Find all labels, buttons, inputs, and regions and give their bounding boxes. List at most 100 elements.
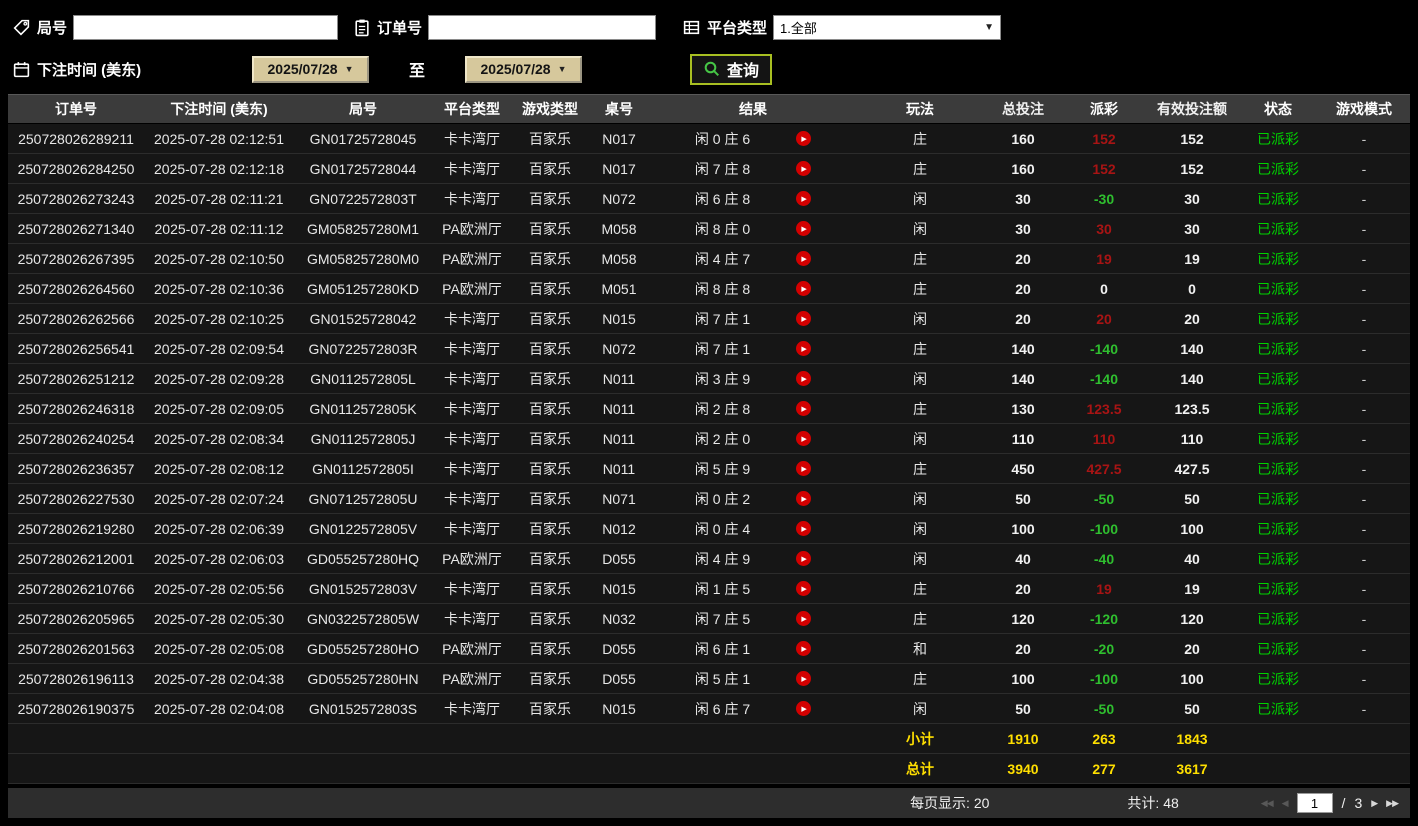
cell-game-no: GN01725728045 — [309, 130, 417, 147]
play-video-icon[interactable]: ▶ — [796, 161, 812, 176]
play-video-icon[interactable]: ▶ — [796, 251, 812, 266]
table-row[interactable]: 250728026267395 2025-07-28 02:10:50 GM05… — [8, 244, 1410, 274]
order-no-input[interactable] — [428, 14, 657, 40]
cell-bet-time: 2025-07-28 02:11:21 — [154, 190, 284, 207]
cell-total-bet: 450 — [1011, 460, 1035, 477]
cell-payout: 19 — [1096, 580, 1112, 597]
play-video-icon[interactable]: ▶ — [796, 581, 812, 596]
cell-result: 闲 2 庄 0 ▶ — [650, 424, 856, 453]
table-row[interactable]: 250728026210766 2025-07-28 02:05:56 GN01… — [8, 574, 1410, 604]
cell-table-no: N072 — [602, 340, 636, 357]
cell-platform: PA欧洲厅 — [442, 640, 502, 657]
page-number-input[interactable] — [1296, 793, 1333, 813]
cell-order-no: 250728026284250 — [17, 160, 135, 177]
play-video-icon[interactable]: ▶ — [796, 221, 812, 236]
cell-platform: 卡卡湾厅 — [444, 340, 500, 357]
cell-result: 闲 7 庄 8 ▶ — [650, 154, 856, 183]
table-row[interactable]: 250728026273243 2025-07-28 02:11:21 GN07… — [8, 184, 1410, 214]
grid-icon — [682, 18, 701, 37]
play-video-icon[interactable]: ▶ — [796, 671, 812, 686]
query-button[interactable]: 查询 — [690, 53, 773, 85]
play-video-icon[interactable]: ▶ — [796, 611, 812, 626]
table-row[interactable]: 250728026201563 2025-07-28 02:05:08 GD05… — [8, 634, 1410, 664]
chevron-down-icon: ▼ — [557, 64, 567, 74]
cell-game-no: GN0112572805L — [310, 370, 416, 387]
last-page-button[interactable]: ▶▶ — [1386, 798, 1399, 809]
cell-order-no: 250728026251212 — [17, 370, 135, 387]
result-text: 闲 2 庄 8 — [694, 400, 751, 417]
first-page-button[interactable]: ◀◀ — [1261, 798, 1274, 809]
date-from-picker[interactable]: 2025/07/28 ▼ — [252, 55, 369, 83]
table-row[interactable]: 250728026251212 2025-07-28 02:09:28 GN01… — [8, 364, 1410, 394]
cell-game-no: GD055257280HQ — [306, 550, 420, 567]
cell-order-no: 250728026267395 — [17, 250, 135, 267]
platform-type-select[interactable]: 1.全部 ▼ — [773, 14, 1002, 40]
play-video-icon[interactable]: ▶ — [796, 191, 812, 206]
cell-total-bet: 50 — [1015, 700, 1031, 717]
play-video-icon[interactable]: ▶ — [796, 701, 812, 716]
cell-total-bet: 160 — [1011, 130, 1035, 147]
table-row[interactable]: 250728026212001 2025-07-28 02:06:03 GD05… — [8, 544, 1410, 574]
cell-result: 闲 0 庄 6 ▶ — [650, 124, 856, 153]
table-row[interactable]: 250728026205965 2025-07-28 02:05:30 GN03… — [8, 604, 1410, 634]
table-row[interactable]: 250728026271340 2025-07-28 02:11:12 GM05… — [8, 214, 1410, 244]
result-text: 闲 7 庄 1 — [694, 310, 751, 327]
cell-platform: PA欧洲厅 — [442, 280, 502, 297]
order-no-group: 订单号 — [352, 14, 657, 40]
cell-table-no: D055 — [602, 640, 636, 657]
cell-game-mode: - — [1361, 130, 1367, 147]
play-video-icon[interactable]: ▶ — [796, 491, 812, 506]
play-video-icon[interactable]: ▶ — [796, 431, 812, 446]
table-row[interactable]: 250728026219280 2025-07-28 02:06:39 GN01… — [8, 514, 1410, 544]
platform-type-label: 平台类型 — [707, 19, 768, 37]
play-video-icon[interactable]: ▶ — [796, 371, 812, 386]
cell-order-no: 250728026212001 — [17, 550, 135, 567]
cell-game-type: 百家乐 — [529, 670, 571, 687]
cell-game-no: GM051257280KD — [306, 280, 420, 297]
date-to-picker[interactable]: 2025/07/28 ▼ — [465, 55, 583, 83]
play-video-icon[interactable]: ▶ — [796, 551, 812, 566]
prev-page-button[interactable]: ◀ — [1282, 798, 1289, 809]
play-video-icon[interactable]: ▶ — [796, 131, 812, 146]
table-row[interactable]: 250728026264560 2025-07-28 02:10:36 GM05… — [8, 274, 1410, 304]
game-no-input[interactable] — [73, 14, 339, 40]
table-row[interactable]: 250728026289211 2025-07-28 02:12:51 GN01… — [8, 124, 1410, 154]
cell-result: 闲 5 庄 1 ▶ — [650, 664, 856, 693]
play-video-icon[interactable]: ▶ — [796, 521, 812, 536]
bet-time-label: 下注时间 (美东) — [37, 61, 142, 79]
cell-game-type: 百家乐 — [529, 160, 571, 177]
play-video-icon[interactable]: ▶ — [796, 341, 812, 356]
cell-platform: 卡卡湾厅 — [444, 160, 500, 177]
cell-payout: 152 — [1092, 130, 1116, 147]
cell-status: 已派彩 — [1257, 160, 1299, 177]
cell-valid-bet: 152 — [1180, 130, 1204, 147]
cell-status: 已派彩 — [1257, 640, 1299, 657]
search-icon — [703, 60, 721, 78]
cell-game-type: 百家乐 — [529, 280, 571, 297]
play-video-icon[interactable]: ▶ — [796, 401, 812, 416]
play-video-icon[interactable]: ▶ — [796, 281, 812, 296]
cell-platform: 卡卡湾厅 — [444, 490, 500, 507]
table-row[interactable]: 250728026240254 2025-07-28 02:08:34 GN01… — [8, 424, 1410, 454]
table-row[interactable]: 250728026196113 2025-07-28 02:04:38 GD05… — [8, 664, 1410, 694]
cell-game-no: GN0722572803T — [309, 190, 417, 207]
table-row[interactable]: 250728026284250 2025-07-28 02:12:18 GN01… — [8, 154, 1410, 184]
table-row[interactable]: 250728026227530 2025-07-28 02:07:24 GN07… — [8, 484, 1410, 514]
cell-result: 闲 4 庄 9 ▶ — [650, 544, 856, 573]
play-video-icon[interactable]: ▶ — [796, 311, 812, 326]
table-row[interactable]: 250728026246318 2025-07-28 02:09:05 GN01… — [8, 394, 1410, 424]
cell-play-type: 庄 — [913, 340, 927, 357]
table-row[interactable]: 250728026236357 2025-07-28 02:08:12 GN01… — [8, 454, 1410, 484]
cell-status: 已派彩 — [1257, 400, 1299, 417]
next-page-button[interactable]: ▶ — [1371, 798, 1378, 809]
subtotal-label: 小计 — [906, 730, 934, 747]
cell-result: 闲 8 庄 8 ▶ — [650, 274, 856, 303]
play-video-icon[interactable]: ▶ — [796, 641, 812, 656]
cell-game-no: GN0152572803V — [308, 580, 418, 597]
table-row[interactable]: 250728026262566 2025-07-28 02:10:25 GN01… — [8, 304, 1410, 334]
cell-game-type: 百家乐 — [529, 370, 571, 387]
play-video-icon[interactable]: ▶ — [796, 461, 812, 476]
table-row[interactable]: 250728026256541 2025-07-28 02:09:54 GN07… — [8, 334, 1410, 364]
table-row[interactable]: 250728026190375 2025-07-28 02:04:08 GN01… — [8, 694, 1410, 724]
cell-total-bet: 20 — [1015, 580, 1031, 597]
